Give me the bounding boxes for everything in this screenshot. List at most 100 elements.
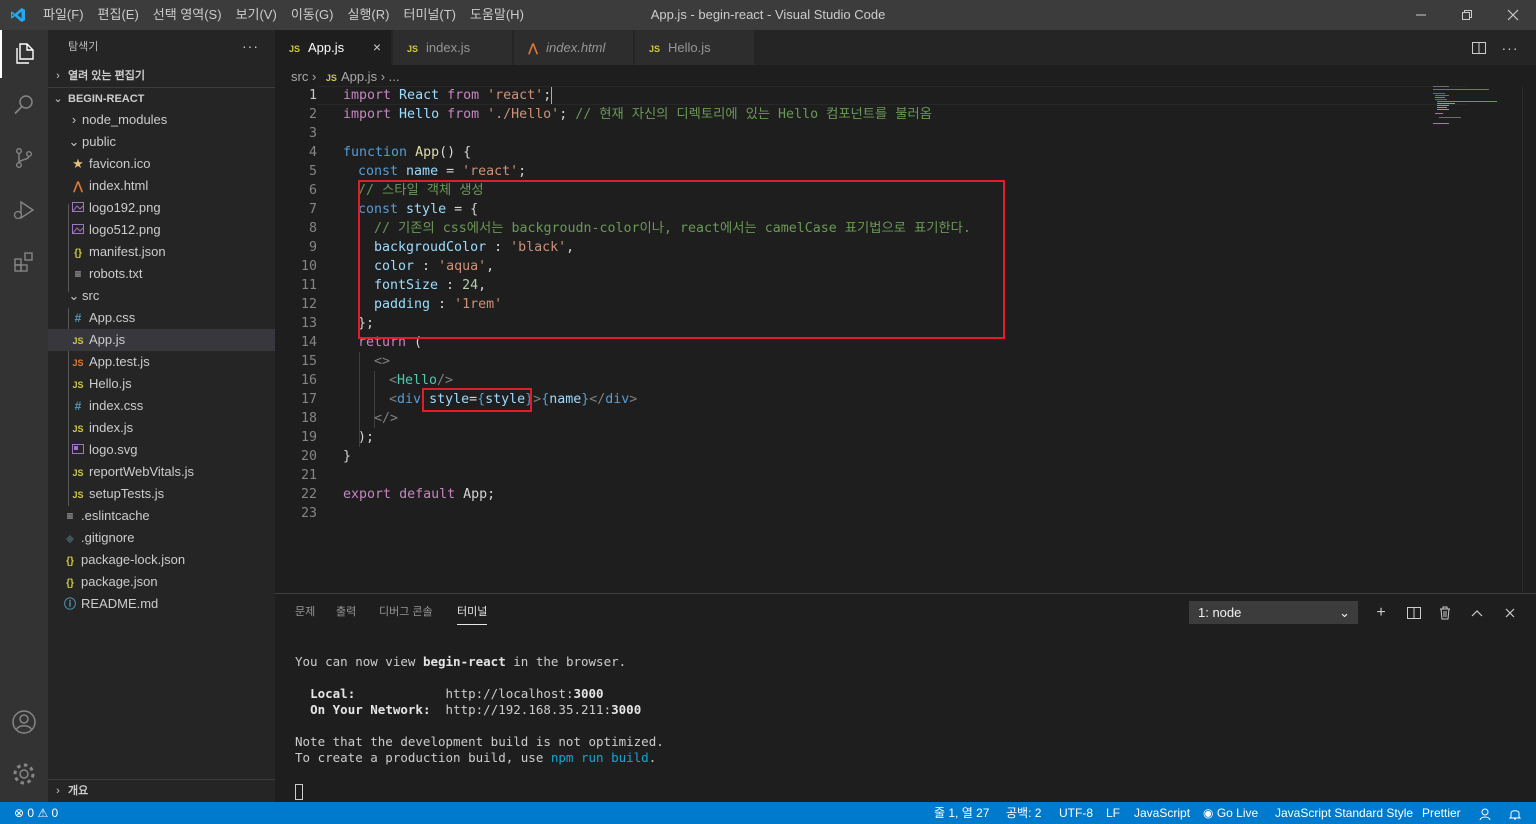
source-control-icon[interactable] [0, 134, 48, 182]
split-editor-icon[interactable] [1465, 30, 1493, 65]
tree-item-label: robots.txt [89, 266, 143, 281]
tab-app-js[interactable]: JS App.js × [275, 30, 392, 65]
outline-section[interactable]: › 개요 [48, 779, 275, 801]
menu-help[interactable]: 도움말(H) [463, 0, 531, 30]
extensions-icon[interactable] [0, 238, 48, 286]
chevron-down-icon: ⌄ [68, 134, 80, 149]
encoding[interactable]: UTF-8 [1059, 802, 1093, 824]
split-terminal-icon[interactable] [1402, 601, 1426, 624]
editor-scrollbar[interactable] [1522, 86, 1536, 592]
project-section[interactable]: ⌄ BEGIN-REACT [48, 87, 275, 109]
line-number: 6 [308, 183, 317, 198]
tree-item-package-json[interactable]: {} package.json [48, 571, 275, 593]
feedback-icon[interactable] [1478, 802, 1492, 824]
js-file-icon: JS [289, 44, 301, 54]
tree-item-favicon[interactable]: ★ favicon.ico [48, 153, 275, 175]
menu-view[interactable]: 보기(V) [229, 0, 284, 30]
open-editors-section[interactable]: › 열려 있는 편집기 [48, 65, 275, 87]
go-live-button[interactable]: ◉ Go Live [1203, 802, 1258, 824]
menu-edit[interactable]: 편집(E) [91, 0, 146, 30]
tab-hello-js[interactable]: JS Hello.js [635, 30, 755, 65]
tree-item-app-test-js[interactable]: JS App.test.js [48, 351, 275, 373]
tree-item-setup-tests[interactable]: JS setupTests.js [48, 483, 275, 505]
linter-status[interactable]: JavaScript Standard Style [1275, 802, 1413, 824]
tab-debug-console[interactable]: 디버그 콘솔 [379, 604, 433, 620]
chevron-right-icon: › [56, 785, 60, 797]
tree-item-eslintcache[interactable]: ≡ .eslintcache [48, 505, 275, 527]
line-number: 8 [308, 221, 317, 236]
add-terminal-icon[interactable]: + [1369, 601, 1393, 624]
tab-terminal[interactable]: 터미널 [457, 604, 488, 625]
line-number: 7 [308, 202, 317, 217]
tree-item-readme[interactable]: ⓘ README.md [48, 593, 275, 615]
tree-item-logo-svg[interactable]: logo.svg [48, 439, 275, 461]
notifications-bell-icon[interactable] [1508, 802, 1522, 824]
breadcrumb-symbol[interactable]: ... [389, 69, 400, 84]
menu-terminal[interactable]: 터미널(T) [396, 0, 462, 30]
indentation[interactable]: 공백: 2 [1006, 802, 1041, 824]
cursor-position[interactable]: 줄 1, 열 27 [934, 802, 989, 824]
restore-icon[interactable] [1444, 0, 1490, 30]
tree-item-index-css[interactable]: # index.css [48, 395, 275, 417]
menu-bar: 파일(F) 편집(E) 선택 영역(S) 보기(V) 이동(G) 실행(R) 터… [36, 0, 531, 30]
more-actions-icon[interactable]: ··· [242, 30, 259, 63]
js-file-icon: JS [72, 424, 84, 434]
line-number: 11 [300, 278, 317, 293]
search-icon[interactable] [0, 80, 48, 128]
line-number: 3 [308, 126, 317, 141]
explorer-icon[interactable] [0, 30, 48, 78]
tree-item-gitignore[interactable]: ◆ .gitignore [48, 527, 275, 549]
tree-item-label: App.css [89, 310, 136, 325]
tree-item-public[interactable]: ⌄ public [48, 131, 275, 153]
tab-index-html[interactable]: ⋀ index.html [514, 30, 634, 65]
menu-selection[interactable]: 선택 영역(S) [146, 0, 229, 30]
breadcrumb-file[interactable]: App.js [341, 69, 377, 84]
tree-item-src[interactable]: ⌄ src [48, 285, 275, 307]
menu-file[interactable]: 파일(F) [36, 0, 91, 30]
tree-item-index-js[interactable]: JS index.js [48, 417, 275, 439]
close-tab-icon[interactable]: × [373, 30, 381, 65]
tree-item-label: favicon.ico [89, 156, 151, 171]
maximize-panel-icon[interactable] [1465, 601, 1489, 624]
tab-output[interactable]: 출력 [336, 604, 356, 620]
more-actions-icon[interactable]: ··· [1496, 30, 1524, 65]
prettier-status[interactable]: Prettier [1422, 802, 1461, 824]
manage-gear-icon[interactable] [0, 750, 48, 798]
language-mode[interactable]: JavaScript [1134, 802, 1190, 824]
tab-problems[interactable]: 문제 [295, 604, 315, 620]
chevron-right-icon: › [380, 69, 389, 84]
tree-item-hello-js[interactable]: JS Hello.js [48, 373, 275, 395]
problems-status[interactable]: ⊗ 0 ⚠ 0 [14, 802, 58, 824]
tree-item-index-html[interactable]: ⋀ index.html [48, 175, 275, 197]
tree-item-label: package.json [81, 574, 158, 589]
terminal-output[interactable]: You can now view begin-react in the brow… [295, 654, 664, 766]
trash-icon[interactable] [1433, 601, 1457, 624]
js-file-icon: JS [407, 44, 419, 54]
tree-item-logo512[interactable]: logo512.png [48, 219, 275, 241]
breadcrumb-folder[interactable]: src [291, 69, 308, 84]
minimap[interactable] [1433, 86, 1523, 126]
minimize-icon[interactable] [1398, 0, 1444, 30]
close-window-icon[interactable] [1490, 0, 1536, 30]
tree-item-report-web-vitals[interactable]: JS reportWebVitals.js [48, 461, 275, 483]
annotation-box-style-attr [422, 388, 532, 412]
warning-icon: ⚠ [37, 806, 49, 820]
line-ending[interactable]: LF [1106, 802, 1120, 824]
tree-item-robots[interactable]: ≡ robots.txt [48, 263, 275, 285]
tree-item-package-lock[interactable]: {} package-lock.json [48, 549, 275, 571]
tree-item-manifest[interactable]: {} manifest.json [48, 241, 275, 263]
tab-index-js[interactable]: JS index.js [393, 30, 513, 65]
code-line: <> [374, 354, 391, 369]
code-editor[interactable]: 1 2 3 4 5 6 7 8 9 10 11 12 13 14 15 16 1… [275, 86, 1536, 592]
close-panel-icon[interactable] [1498, 601, 1522, 624]
tree-item-app-css[interactable]: # App.css [48, 307, 275, 329]
tree-item-app-js[interactable]: JS App.js [48, 329, 275, 351]
json-file-icon: {} [66, 556, 74, 567]
account-icon[interactable] [0, 698, 48, 746]
tree-item-node-modules[interactable]: › node_modules [48, 109, 275, 131]
tree-item-logo192[interactable]: logo192.png [48, 197, 275, 219]
menu-go[interactable]: 이동(G) [284, 0, 341, 30]
menu-run[interactable]: 실행(R) [341, 0, 397, 30]
terminal-select[interactable]: 1: node ⌄ [1189, 601, 1358, 624]
run-debug-icon[interactable] [0, 186, 48, 234]
